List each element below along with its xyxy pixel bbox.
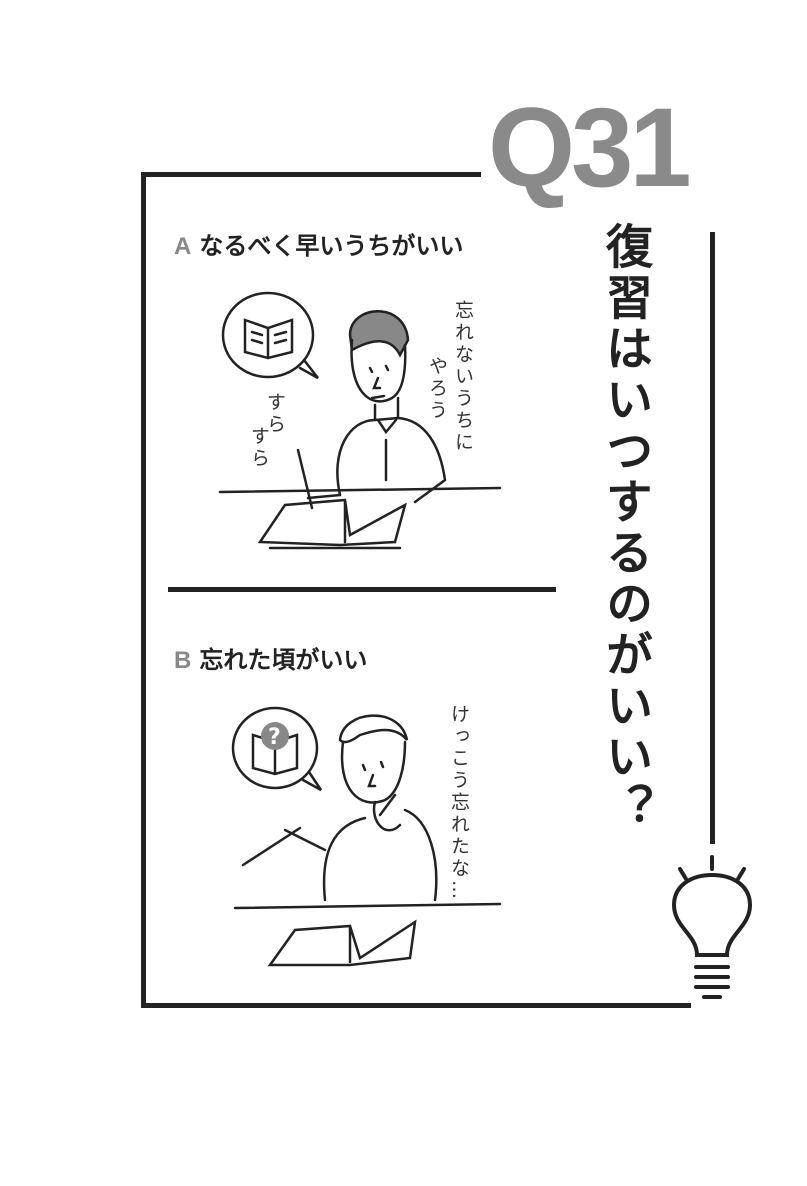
question-book-thought-bubble-icon: ? [231,706,323,792]
divider-line [168,587,556,592]
option-a: A なるべく早いうちがいい [174,226,463,261]
illustration-a [218,291,502,550]
illustration-b: ? [231,706,502,967]
option-letter: B [174,647,192,674]
option-text: 忘れた頃がいい [199,646,368,674]
desk-b [233,902,502,910]
lightbulb-icon [671,855,753,999]
question-number: Q31 [488,85,692,210]
svg-text:?: ? [268,725,281,750]
desk-a [218,486,502,494]
frame-bottom-line [141,1003,691,1008]
option-letter: A [174,233,192,260]
open-book-b [267,919,417,967]
option-b: B 忘れた頃がいい [174,640,367,675]
student-a [296,310,447,510]
frame-left-line [141,172,146,1008]
frame-top-line [141,172,481,177]
book-thought-bubble-icon [221,291,319,380]
frame-right-line [710,232,715,844]
question-title: 復習はいつするのがいい？ [597,222,652,834]
open-book-a [257,498,407,550]
option-text: なるべく早いうちがいい [199,232,464,260]
